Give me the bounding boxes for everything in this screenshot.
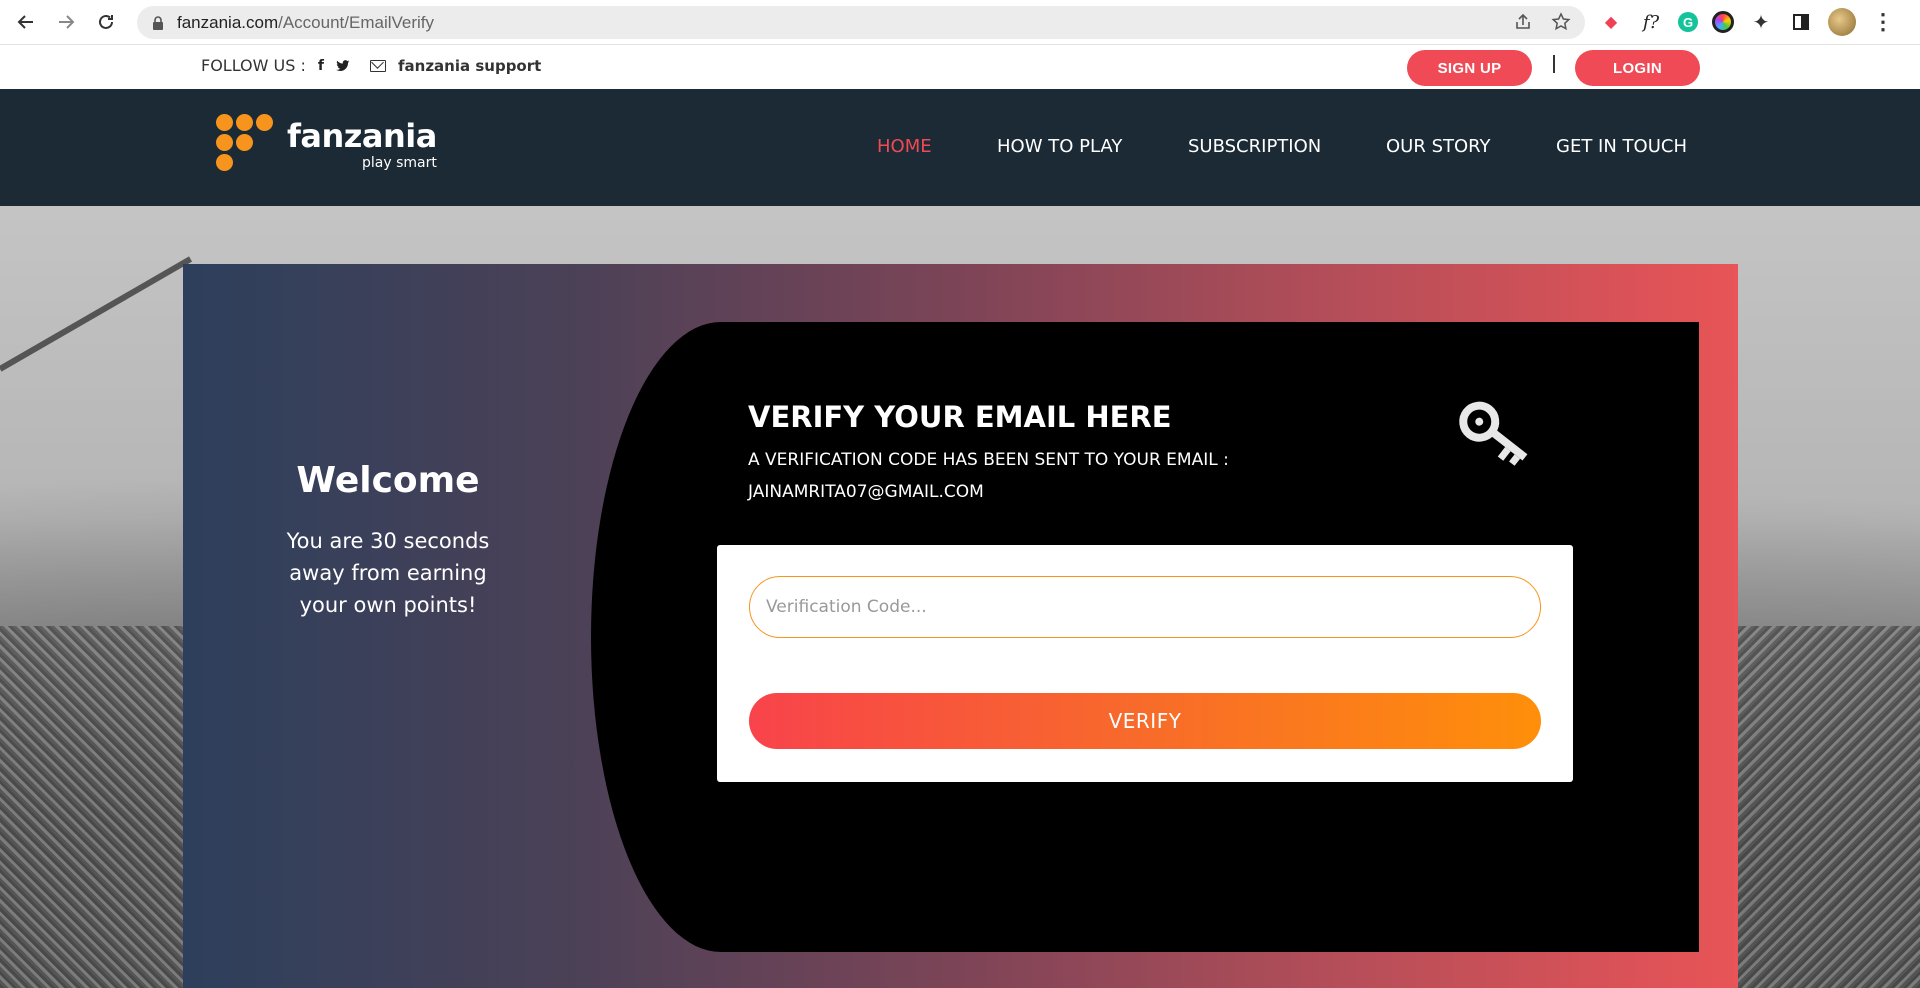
twitter-icon[interactable] <box>336 59 350 72</box>
back-button[interactable] <box>6 2 46 42</box>
omnibox-actions <box>1513 12 1571 32</box>
mail-icon <box>370 59 386 72</box>
support-link[interactable]: fanzania support <box>398 57 541 75</box>
verify-button[interactable]: VERIFY <box>749 693 1541 749</box>
login-button[interactable]: LOGIN <box>1575 50 1700 86</box>
welcome-block: Welcome You are 30 seconds away from ear… <box>243 460 533 621</box>
follow-us: FOLLOW US : f fanzania support <box>201 56 541 75</box>
stadium-pole <box>0 256 193 372</box>
address-bar[interactable]: fanzania.com/Account/EmailVerify <box>137 6 1585 39</box>
back-arrow-icon <box>17 15 33 29</box>
url-path: /Account/EmailVerify <box>278 12 435 32</box>
verification-code-input[interactable] <box>749 576 1541 638</box>
stadium-crowd-left <box>0 626 185 988</box>
brand-text: fanzania play smart <box>287 119 437 171</box>
welcome-line-2: away from earning <box>289 561 487 585</box>
verify-panel: VERIFY YOUR EMAIL HERE A VERIFICATION CO… <box>591 322 1699 952</box>
url-host: fanzania.com <box>177 12 279 32</box>
extensions-puzzle-icon[interactable]: ✦ <box>1748 9 1774 35</box>
brand-name: fanzania <box>287 117 437 155</box>
nav-item-how-to-play[interactable]: HOW TO PLAY <box>997 136 1122 157</box>
bookmark-star-icon[interactable] <box>1551 12 1571 32</box>
welcome-line-3: your own points! <box>299 593 477 617</box>
brand-tagline: play smart <box>362 155 437 171</box>
nav-item-our-story[interactable]: OUR STORY <box>1386 136 1491 157</box>
nav-item-get-in-touch[interactable]: GET IN TOUCH <box>1556 136 1687 157</box>
facebook-icon[interactable]: f <box>318 58 324 74</box>
verify-title: VERIFY YOUR EMAIL HERE <box>748 400 1172 434</box>
site-logo[interactable]: fanzania play smart <box>213 111 437 175</box>
key-icon <box>1459 401 1528 466</box>
verify-card: Welcome You are 30 seconds away from ear… <box>183 264 1738 988</box>
stadium-crowd-right <box>1735 626 1920 988</box>
lock-icon <box>153 15 163 30</box>
welcome-line-1: You are 30 seconds <box>286 529 490 553</box>
color-picker-extension-icon[interactable] <box>1712 11 1734 33</box>
auth-divider <box>1553 55 1555 73</box>
extensions-tray: ◆ f? G ✦ ⋮ <box>1598 8 1896 36</box>
pocket-extension-icon[interactable]: ◆ <box>1598 9 1624 35</box>
reload-icon <box>99 14 113 29</box>
follow-label: FOLLOW US : <box>201 56 306 75</box>
reload-button[interactable] <box>86 2 126 42</box>
grammarly-extension-icon[interactable]: G <box>1678 12 1698 32</box>
forward-button[interactable] <box>46 2 86 42</box>
verify-message: A VERIFICATION CODE HAS BEEN SENT TO YOU… <box>748 450 1229 470</box>
verify-form: VERIFY <box>717 545 1573 782</box>
side-panel-icon[interactable] <box>1793 14 1809 30</box>
nav-item-home[interactable]: HOME <box>877 136 932 157</box>
utility-bar: FOLLOW US : f fanzania support SIGN UP L… <box>0 46 1920 89</box>
browser-toolbar: fanzania.com/Account/EmailVerify ◆ f? G … <box>0 0 1920 45</box>
profile-avatar[interactable] <box>1828 8 1856 36</box>
verify-email: JAINAMRITA07@GMAIL.COM <box>748 482 984 502</box>
welcome-title: Welcome <box>296 460 480 501</box>
logo-dots-icon <box>213 111 277 175</box>
signup-button[interactable]: SIGN UP <box>1407 50 1532 86</box>
browser-menu-icon[interactable]: ⋮ <box>1870 9 1896 35</box>
main-navigation: fanzania play smart HOME HOW TO PLAY SUB… <box>0 89 1920 206</box>
forward-arrow-icon <box>59 15 75 29</box>
nav-item-subscription[interactable]: SUBSCRIPTION <box>1188 136 1321 157</box>
formula-extension-icon[interactable]: f? <box>1638 9 1664 35</box>
share-icon[interactable] <box>1513 12 1533 32</box>
hero-background: Welcome You are 30 seconds away from ear… <box>0 206 1920 988</box>
